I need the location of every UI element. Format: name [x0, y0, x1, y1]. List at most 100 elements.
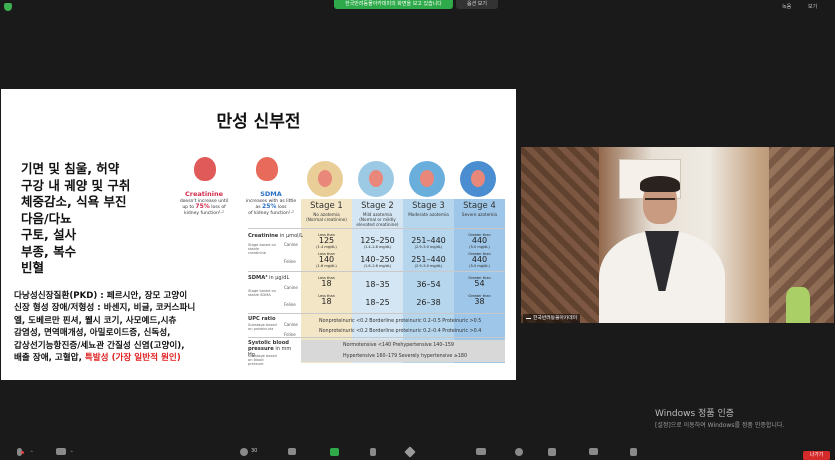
- cell-value: 38: [474, 297, 485, 306]
- row-unit: in μg/dL: [269, 275, 290, 281]
- stage-subtitle: No azotemia (Normal creatinine): [301, 212, 352, 222]
- row-label: UPC ratio: [248, 316, 276, 322]
- participant-name-label: 한국반려동물아카데미: [523, 314, 581, 323]
- creatinine-line: loss of: [209, 205, 226, 210]
- cell-value: 125: [318, 236, 335, 245]
- upc-canine-values: Nonproteinuric <0.2 Borderline proteinur…: [319, 319, 482, 324]
- stage-subtitle-line: Severe azotemia: [461, 212, 498, 217]
- stage-subtitle: Moderate azotemia: [403, 212, 454, 217]
- chevron-up-icon[interactable]: ^: [70, 450, 73, 455]
- view-button[interactable]: 보기: [808, 3, 817, 10]
- sdma-line: of kidney function¹·²: [248, 210, 294, 216]
- apps-icon[interactable]: [548, 448, 556, 456]
- stage-3-kidney-icon: [409, 161, 445, 197]
- cell-value: 440: [471, 255, 488, 264]
- stage-name: Stage 1: [310, 201, 343, 211]
- slide-title: 만성 신부전: [216, 112, 301, 132]
- creatinine-canine-cell: Greater than 440 (5.0 mg/dL): [454, 233, 505, 249]
- cell-sub: (1.6–2.8 mg/dL): [363, 264, 392, 268]
- stage-name: Stage 3: [412, 201, 445, 211]
- top-bar: 한국반려동물아카데미의 화면을 보고 있습니다 옵션 보기 녹음 보기: [0, 0, 835, 14]
- stage-subtitle-line: (Normal or mildly elevated creatinine): [356, 217, 399, 227]
- view-options-button[interactable]: 옵션 보기: [456, 0, 498, 9]
- captions-icon[interactable]: [476, 448, 486, 455]
- cell-value: 251–440: [411, 236, 446, 245]
- participant-name: 한국반려동물아카데미: [533, 316, 578, 321]
- sdma-canine-cell: Less than 18: [301, 276, 352, 288]
- participants-icon[interactable]: [240, 448, 248, 456]
- species-canine: Canine: [284, 285, 298, 290]
- symptom-item: 구토, 설사: [21, 227, 77, 242]
- cell-value: 251–440: [411, 255, 446, 264]
- reactions-icon[interactable]: [515, 448, 523, 456]
- sdma-feline-cell: 18–25: [352, 299, 403, 307]
- participants-count: 30: [251, 448, 258, 454]
- species-feline: Feline: [284, 259, 296, 264]
- chat-icon[interactable]: [288, 448, 296, 455]
- summary-icon[interactable]: [370, 448, 376, 456]
- row-divider: [248, 313, 505, 314]
- symptom-item: 기면 및 침울, 허약: [21, 161, 120, 176]
- leave-button[interactable]: 나가기: [803, 451, 830, 460]
- upc-row-label: UPC ratio: [248, 316, 276, 322]
- kidney-icon: [256, 157, 278, 181]
- symptom-item: 구강 내 궤양 및 구취: [21, 177, 131, 193]
- cell-sub: (2.9–5.0 mg/dL): [414, 264, 443, 268]
- sdma-row-label: SDMA³ in μg/dL: [248, 275, 289, 281]
- sdma-pct: 25%: [262, 203, 277, 210]
- chevron-up-icon[interactable]: ^: [30, 450, 33, 455]
- cell-value: 18–25: [365, 298, 390, 307]
- speaker-figure: [640, 176, 680, 192]
- stage-4-kidney-icon: [460, 161, 496, 197]
- stage-subtitle-line: Moderate azotemia: [408, 212, 449, 217]
- bp-values-line1: Normotensive <140 Prehypertensive 140–15…: [301, 340, 505, 351]
- video-camera-icon[interactable]: [56, 448, 66, 455]
- cell-sub: (1.6 mg/dL): [316, 264, 337, 268]
- sdma-note: SDMA increases with as little as 25% los…: [241, 191, 301, 216]
- share-screen-icon[interactable]: [330, 448, 339, 456]
- row-note: Stage based on stable SDMA: [248, 289, 276, 297]
- cell-value: 18: [321, 297, 332, 306]
- shared-slide: 만성 신부전 기면 및 침울, 허약 구강 내 궤양 및 구취 체중감소, 식욕…: [1, 89, 516, 380]
- row-divider: [248, 271, 505, 272]
- cell-value: 140–250: [360, 255, 395, 264]
- creatinine-canine-cell: 251–440 (2.9–5.0 mg/dL): [403, 236, 454, 250]
- video-background: [521, 147, 599, 323]
- creatinine-canine-cell: Less than 125 (1.4 mg/dL): [301, 233, 352, 249]
- record-button[interactable]: 녹음: [782, 3, 791, 10]
- signal-icon: [526, 314, 531, 319]
- cause-highlight: 특발성 (가장 일반적 원인): [84, 353, 181, 364]
- symptom-item: 빈혈: [21, 260, 45, 275]
- notes-icon[interactable]: [630, 448, 637, 456]
- sdma-feline-cell: 26–38: [403, 299, 454, 307]
- row-label: Creatinine: [248, 233, 279, 239]
- creatinine-line: up to: [182, 205, 196, 210]
- bp-values-line2: Hypertensive 160–179 Severely hypertensi…: [301, 351, 505, 362]
- creatinine-feline-cell: 140–250 (1.6–2.8 mg/dL): [352, 255, 403, 269]
- cell-value: 26–38: [416, 298, 441, 307]
- cause-line: 배출 장애, 고혈압,: [14, 353, 85, 364]
- cell-value: 140: [318, 255, 335, 264]
- cell-sub: (1.4–2.8 mg/dL): [363, 245, 392, 249]
- creatinine-canine-cell: 125–250 (1.4–2.8 mg/dL): [352, 236, 403, 250]
- creatinine-title: Creatinine: [185, 190, 223, 198]
- species-feline: Feline: [284, 302, 296, 307]
- sdma-feline-cell: Greater than 38: [454, 294, 505, 306]
- cell-sub: (1.4 mg/dL): [316, 245, 337, 249]
- row-divider: [248, 228, 505, 229]
- speaker-figure: [645, 198, 675, 205]
- sdma-canine-cell: Greater than 54: [454, 276, 505, 288]
- creatinine-feline-cell: Greater than 440 (5.0 mg/dL): [454, 252, 505, 268]
- speaker-video-tile[interactable]: 한국반려동물아카데미: [521, 147, 834, 323]
- shield-icon[interactable]: [4, 3, 12, 11]
- row-note: Stage based on stable creatinine: [248, 243, 276, 255]
- whiteboard-icon[interactable]: [589, 448, 598, 455]
- row-note: Substage based on blood pressure: [248, 354, 277, 366]
- stage-name: Stage 2: [361, 201, 394, 211]
- cell-value: 125–250: [360, 236, 395, 245]
- symptom-item: 체중감소, 식욕 부진: [21, 194, 127, 209]
- creatinine-note: Creatinine doesn't increase until up to …: [171, 190, 237, 216]
- video-background: [786, 287, 810, 323]
- cell-value: 18: [321, 279, 332, 288]
- species-feline: Feline: [284, 332, 296, 337]
